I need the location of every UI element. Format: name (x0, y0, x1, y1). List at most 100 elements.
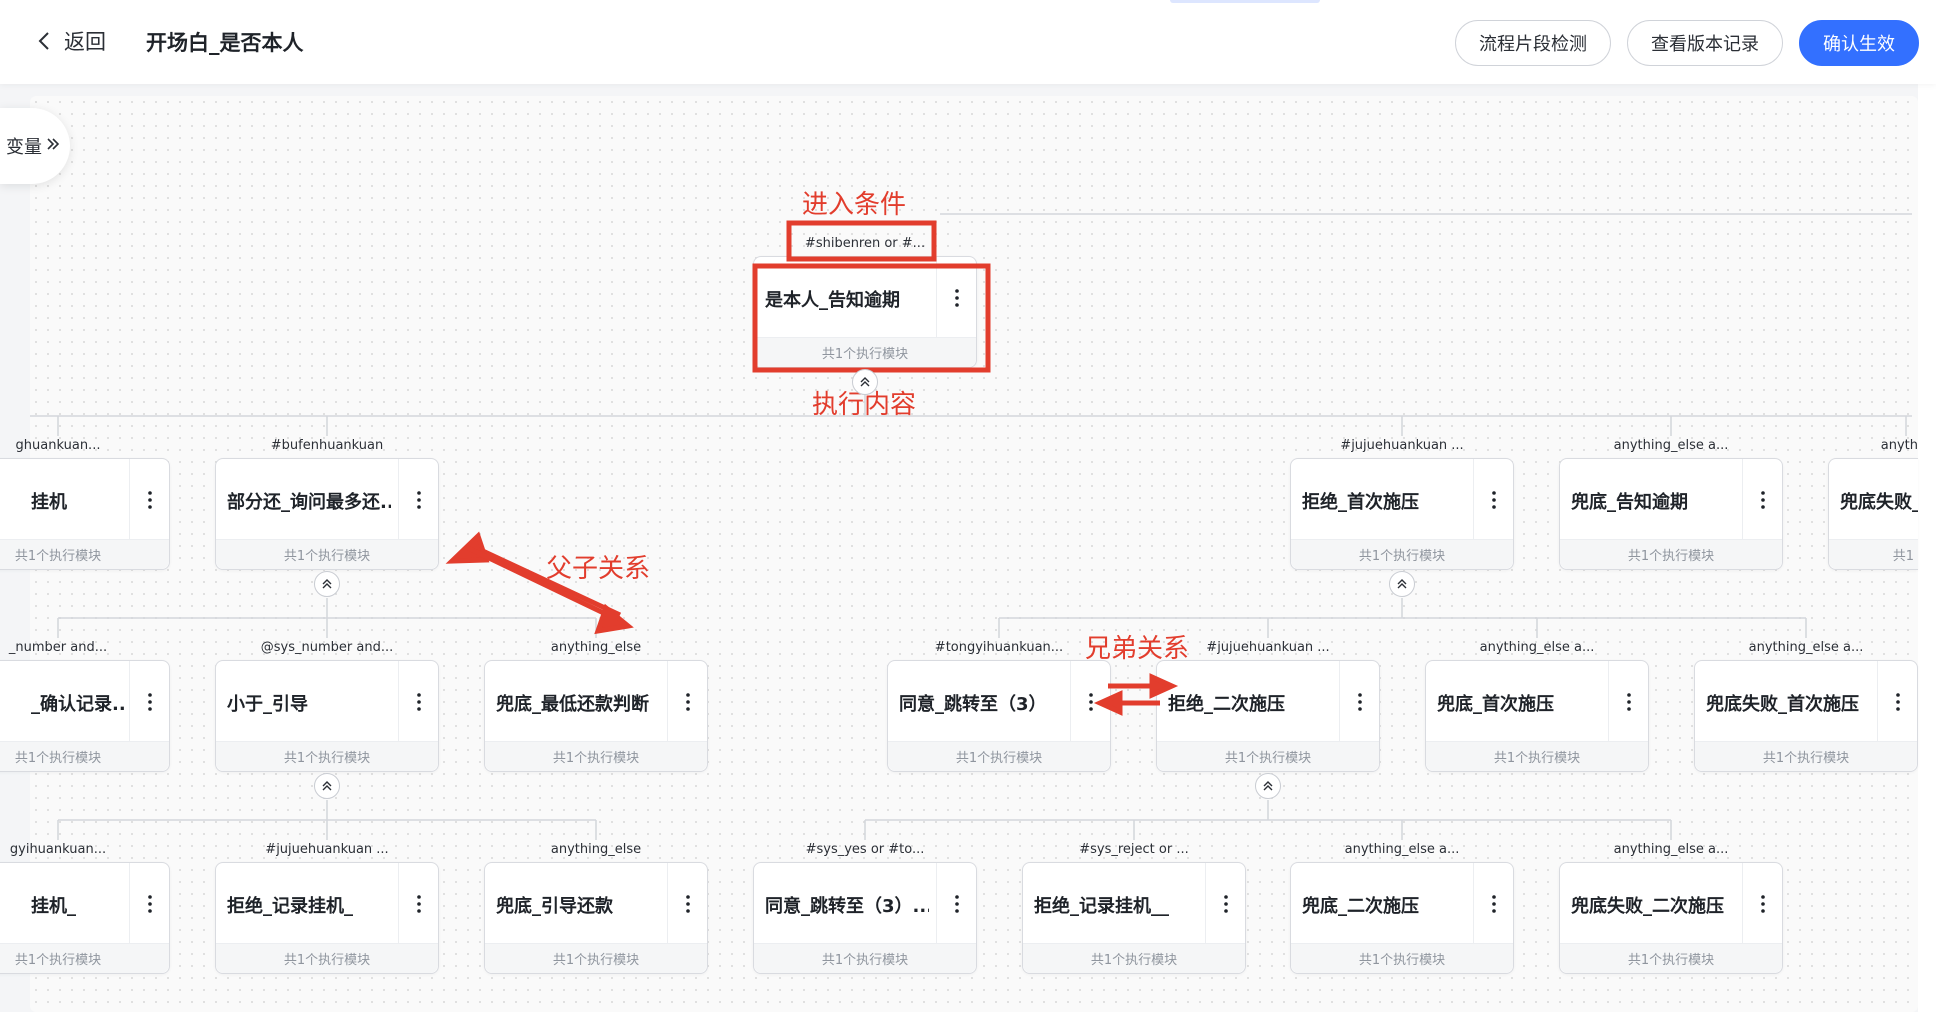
flow-node[interactable]: 拒绝_记录挂机__ 共1个执行模块 (1022, 862, 1246, 974)
entry-condition: @sys_number and... (260, 640, 394, 655)
flow-node[interactable]: 部分还_询问最多还... 共1个执行模块 (215, 458, 439, 570)
collapse-toggle[interactable] (314, 773, 340, 799)
node-more-button[interactable] (1612, 685, 1646, 719)
flow-node[interactable]: 挂机_ 共1个执行模块 (0, 862, 170, 974)
node-title: 兜底_二次施压 (1302, 896, 1419, 917)
flow-node[interactable]: 同意_跳转至（3）... 共1个执行模块 (753, 862, 977, 974)
more-vertical-icon (1761, 491, 1765, 509)
node-more-button[interactable] (1477, 483, 1511, 517)
flow-node[interactable]: 兜底_告知逾期 共1个执行模块 (1559, 458, 1783, 570)
node-footer: 共1个执行模块 (485, 943, 707, 973)
node-title: 拒绝_首次施压 (1302, 492, 1419, 513)
collapse-toggle[interactable] (1389, 571, 1415, 597)
entry-condition: anything_else a... (1344, 842, 1460, 857)
annotation-entry-condition: 进入条件 (802, 190, 907, 220)
header-accent (1170, 0, 1320, 3)
node-footer: 共1个执行模块 (754, 337, 976, 367)
flow-node[interactable]: _确认记录... 共1个执行模块 (0, 660, 170, 772)
flow-node[interactable]: 挂机 共1个执行模块 (0, 458, 170, 570)
node-title: 同意_跳转至（3）... (765, 896, 929, 917)
node-title: 是本人_告知逾期 (765, 290, 900, 311)
more-vertical-icon (686, 693, 690, 711)
flow-node[interactable]: 兜底失败_ 共1 (1828, 458, 1918, 570)
flow-node[interactable]: 兜底_最低还款判断 共1个执行模块 (484, 660, 708, 772)
node-more-button[interactable] (1074, 685, 1108, 719)
node-more-button[interactable] (1881, 685, 1915, 719)
double-chevron-up-icon (860, 377, 870, 387)
flow-node[interactable]: 拒绝_二次施压 共1个执行模块 (1156, 660, 1380, 772)
node-more-button[interactable] (402, 887, 436, 921)
double-chevron-up-icon (1263, 781, 1273, 791)
entry-condition: gyihuankuan... (9, 842, 107, 857)
flow-node[interactable]: 兜底失败_首次施压 共1个执行模块 (1694, 660, 1918, 772)
flow-check-button[interactable]: 流程片段检测 (1455, 20, 1611, 66)
flow-node[interactable]: 拒绝_首次施压 共1个执行模块 (1290, 458, 1514, 570)
node-more-button[interactable] (1746, 887, 1780, 921)
node-title: _确认记录... (31, 694, 127, 715)
entry-condition: #bufenhuankuan (270, 438, 384, 453)
entry-condition: anything_else (550, 842, 642, 857)
node-more-button[interactable] (133, 483, 167, 517)
node-more-button[interactable] (1746, 483, 1780, 517)
double-chevron-up-icon (322, 781, 332, 791)
more-vertical-icon (148, 491, 152, 509)
more-vertical-icon (1761, 895, 1765, 913)
node-more-button[interactable] (1477, 887, 1511, 921)
node-more-button[interactable] (133, 887, 167, 921)
flow-node-root[interactable]: 是本人_告知逾期 共1个执行模块 (753, 256, 977, 368)
node-more-button[interactable] (1343, 685, 1377, 719)
entry-condition: #jujuehuankuan ... (1340, 438, 1464, 453)
entry-condition: #sys_reject or ... (1079, 842, 1189, 857)
more-vertical-icon (417, 895, 421, 913)
entry-condition: #tongyihuankuan... (934, 640, 1064, 655)
entry-condition: anything_else (550, 640, 642, 655)
flow-node[interactable]: 兜底失败_二次施压 共1个执行模块 (1559, 862, 1783, 974)
more-vertical-icon (1896, 693, 1900, 711)
annotation-parent-child: 父子关系 (546, 554, 651, 584)
node-title: 拒绝_二次施压 (1168, 694, 1285, 715)
flow-node[interactable]: 同意_跳转至（3） 共1个执行模块 (887, 660, 1111, 772)
collapse-toggle[interactable] (314, 571, 340, 597)
entry-condition: #sys_yes or #to... (805, 842, 925, 857)
collapse-toggle-root[interactable] (852, 369, 878, 395)
node-more-button[interactable] (671, 887, 705, 921)
flow-node[interactable]: 小于_引导 共1个执行模块 (215, 660, 439, 772)
entry-condition: anyth (1880, 438, 1918, 453)
node-footer: 共1个执行模块 (1426, 741, 1648, 771)
node-more-button[interactable] (940, 887, 974, 921)
more-vertical-icon (1089, 693, 1093, 711)
flow-node[interactable]: 拒绝_记录挂机_ 共1个执行模块 (215, 862, 439, 974)
node-more-button[interactable] (402, 685, 436, 719)
node-more-button[interactable] (133, 685, 167, 719)
confirm-publish-button[interactable]: 确认生效 (1799, 20, 1919, 66)
node-title: 兜底_引导还款 (496, 896, 613, 917)
entry-condition: anything_else a... (1613, 842, 1729, 857)
entry-condition: anything_else a... (1613, 438, 1729, 453)
node-footer: 共1个执行模块 (754, 943, 976, 973)
double-chevron-right-icon (45, 136, 61, 157)
entry-condition: #jujuehuankuan ... (1206, 640, 1330, 655)
node-more-button[interactable] (671, 685, 705, 719)
node-title: 部分还_询问最多还... (227, 492, 391, 513)
entry-condition: #shibenren or #... (804, 236, 926, 251)
node-title: 兜底_告知逾期 (1571, 492, 1688, 513)
node-title: 同意_跳转至（3） (899, 694, 1047, 715)
flow-node[interactable]: 兜底_引导还款 共1个执行模块 (484, 862, 708, 974)
node-title: 兜底失败_首次施压 (1706, 694, 1859, 715)
more-vertical-icon (1224, 895, 1228, 913)
node-more-button[interactable] (1209, 887, 1243, 921)
collapse-toggle[interactable] (1255, 773, 1281, 799)
entry-condition: anything_else a... (1748, 640, 1864, 655)
node-more-button[interactable] (940, 281, 974, 315)
variables-label: 变量 (6, 137, 42, 158)
node-more-button[interactable] (402, 483, 436, 517)
more-vertical-icon (686, 895, 690, 913)
version-history-button[interactable]: 查看版本记录 (1627, 20, 1783, 66)
node-title: 拒绝_记录挂机_ (227, 896, 353, 917)
flow-node[interactable]: 兜底_二次施压 共1个执行模块 (1290, 862, 1514, 974)
back-button[interactable]: 返回 (38, 26, 106, 56)
flow-node[interactable]: 兜底_首次施压 共1个执行模块 (1425, 660, 1649, 772)
node-title: 兜底失败_ (1840, 492, 1918, 513)
more-vertical-icon (1627, 693, 1631, 711)
more-vertical-icon (417, 693, 421, 711)
